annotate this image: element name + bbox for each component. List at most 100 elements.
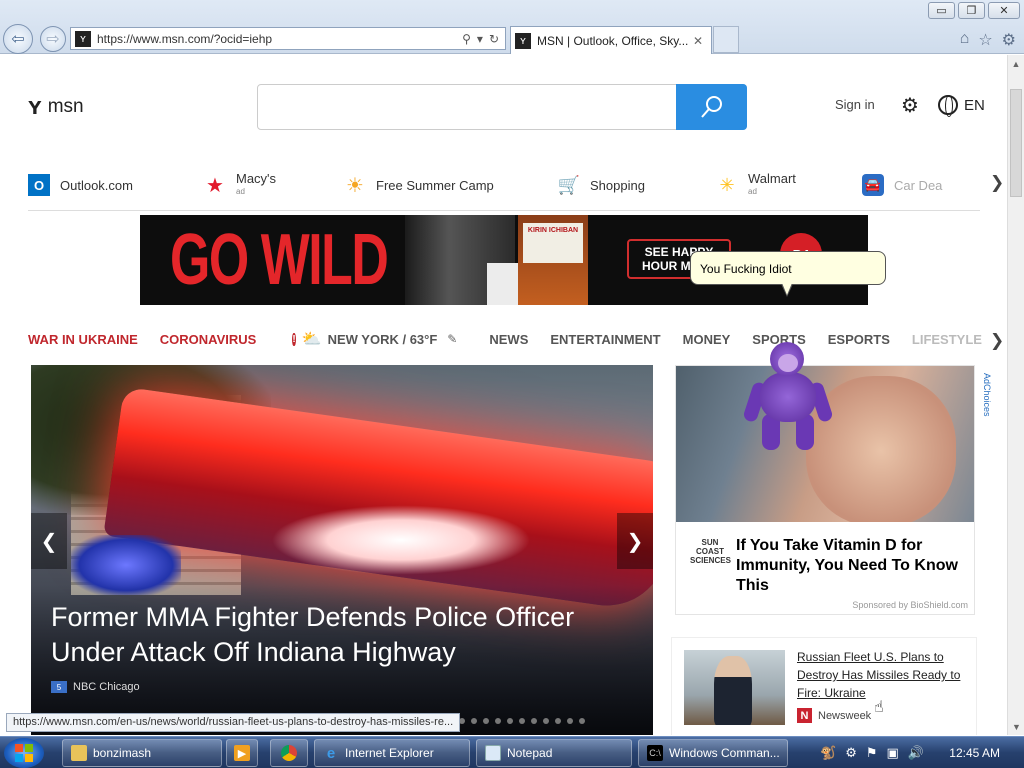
network-tray-icon[interactable]: ▣ bbox=[887, 745, 899, 761]
taskbar-item-media-player[interactable]: ▶ bbox=[226, 739, 258, 767]
scroll-up-icon[interactable]: ▲ bbox=[1008, 55, 1024, 72]
taskbar-item-chrome[interactable] bbox=[270, 739, 308, 767]
bonzi-buddy-character[interactable] bbox=[742, 342, 834, 454]
publisher-name: Newsweek bbox=[818, 709, 872, 722]
nav-lifestyle[interactable]: LIFESTYLE bbox=[912, 332, 982, 347]
ad-headline[interactable]: If You Take Vitamin D for Immunity, You … bbox=[736, 536, 966, 596]
quicklink-shopping[interactable]: 🛒 Shopping bbox=[558, 171, 645, 199]
gear-icon[interactable]: ⚙ bbox=[901, 93, 919, 118]
taskbar-item-internet-explorer[interactable]: e Internet Explorer bbox=[314, 739, 470, 767]
macys-star-icon: ★ bbox=[206, 174, 224, 197]
tab-title: MSN | Outlook, Office, Sky... bbox=[537, 33, 689, 48]
tab-close-icon[interactable]: ✕ bbox=[693, 34, 703, 48]
nbc-logo-icon: 5 bbox=[51, 681, 67, 693]
browser-chrome: ▭ ❐ ✕ ⇦ ⇨ ʏ https://www.msn.com/?ocid=ie… bbox=[0, 0, 1024, 54]
hardware-tray-icon[interactable]: ⚙ bbox=[845, 745, 857, 761]
scroll-thumb[interactable] bbox=[1010, 89, 1022, 197]
carousel-dot[interactable] bbox=[519, 718, 525, 724]
search-button[interactable] bbox=[676, 84, 747, 130]
quicklink-summer-camp[interactable]: ☀ Free Summer Camp bbox=[344, 171, 494, 199]
chevron-right-icon: ❯ bbox=[626, 530, 644, 553]
nav-money[interactable]: MONEY bbox=[683, 332, 731, 347]
address-bar[interactable]: ʏ https://www.msn.com/?ocid=iehp ⚲ ▾ ↻ bbox=[70, 27, 506, 50]
browser-toolbar: ⌂ ☆ ⚙ bbox=[960, 30, 1016, 50]
media-player-icon: ▶ bbox=[234, 745, 250, 761]
search-icon[interactable]: ⚲ bbox=[462, 32, 471, 46]
language-selector[interactable]: EN bbox=[938, 95, 985, 117]
quicklink-walmart[interactable]: ✳ Walmart ad bbox=[716, 171, 795, 199]
carousel-dot[interactable] bbox=[495, 718, 501, 724]
scroll-down-icon[interactable]: ▼ bbox=[1008, 718, 1024, 735]
weather-alert-icon[interactable]: ! bbox=[292, 332, 296, 346]
volume-icon[interactable]: 🔊 bbox=[908, 745, 924, 761]
news-story-card[interactable]: Russian Fleet U.S. Plans to Destroy Has … bbox=[671, 637, 977, 735]
taskbar-label: Notepad bbox=[507, 746, 553, 760]
carousel-dot[interactable] bbox=[507, 718, 513, 724]
adchoices-link[interactable]: AdChoices bbox=[978, 373, 992, 463]
nav-coronavirus[interactable]: CORONAVIRUS bbox=[160, 332, 257, 347]
chevron-right-icon[interactable]: ❯ bbox=[990, 331, 1004, 351]
taskbar-item-command-prompt[interactable]: C:\ Windows Comman... bbox=[638, 739, 788, 767]
taskbar-item-bonzimash[interactable]: bonzimash bbox=[62, 739, 222, 767]
light-glow bbox=[271, 505, 531, 575]
quicklink-macys[interactable]: ★ Macy's ad bbox=[204, 171, 276, 199]
hero-headline[interactable]: Former MMA Fighter Defends Police Office… bbox=[51, 600, 621, 670]
carousel-dot[interactable] bbox=[567, 718, 573, 724]
walmart-spark-icon: ✳ bbox=[719, 174, 735, 195]
dropdown-icon[interactable]: ▾ bbox=[477, 32, 483, 46]
carousel-dot[interactable] bbox=[579, 718, 585, 724]
quicklink-label: Car Dea bbox=[894, 177, 943, 193]
carousel-dot[interactable] bbox=[471, 718, 477, 724]
restore-button[interactable]: ❐ bbox=[958, 2, 985, 19]
address-url[interactable]: https://www.msn.com/?ocid=iehp bbox=[97, 32, 462, 46]
flag-tray-icon[interactable]: ⚑ bbox=[866, 745, 878, 761]
address-tools: ⚲ ▾ ↻ bbox=[462, 32, 499, 46]
quicklink-car-deals[interactable]: 🚘 Car Dea bbox=[862, 171, 942, 199]
favorites-star-icon[interactable]: ☆ bbox=[978, 30, 992, 50]
nav-entertainment[interactable]: ENTERTAINMENT bbox=[550, 332, 660, 347]
minimize-button[interactable]: ▭ bbox=[928, 2, 955, 19]
close-button[interactable]: ✕ bbox=[988, 2, 1020, 19]
browser-tab[interactable]: ʏ MSN | Outlook, Office, Sky... ✕ bbox=[510, 26, 712, 54]
quicklink-outlook[interactable]: O Outlook.com bbox=[28, 171, 133, 199]
carousel-dot[interactable] bbox=[531, 718, 537, 724]
carousel-dot[interactable] bbox=[543, 718, 549, 724]
globe-icon bbox=[938, 95, 958, 117]
nav-war-in-ukraine[interactable]: WAR IN UKRAINE bbox=[28, 332, 138, 347]
story-publisher: N Newsweek bbox=[797, 708, 871, 723]
folder-icon bbox=[71, 745, 87, 761]
new-tab-button[interactable] bbox=[713, 26, 739, 53]
ad-person-image bbox=[806, 376, 956, 522]
sun-icon: ☀ bbox=[346, 174, 364, 197]
partly-cloudy-icon: ⛅ bbox=[301, 331, 322, 348]
settings-gear-icon[interactable]: ⚙ bbox=[1002, 30, 1016, 50]
carousel-prev-button[interactable]: ❮ bbox=[31, 513, 67, 569]
hero-carousel[interactable]: ❮ ❯ Former MMA Fighter Defends Police Of… bbox=[31, 365, 653, 735]
vertical-scrollbar[interactable]: ▲ ▼ bbox=[1007, 55, 1024, 735]
carousel-dot[interactable] bbox=[483, 718, 489, 724]
nav-weather[interactable]: NEW YORK / 63°F bbox=[328, 332, 438, 347]
story-title-link[interactable]: Russian Fleet U.S. Plans to Destroy Has … bbox=[797, 648, 967, 702]
refresh-icon[interactable]: ↻ bbox=[489, 32, 499, 46]
chevron-right-icon[interactable]: ❯ bbox=[990, 173, 1004, 193]
bonzi-tray-icon[interactable]: 🐒 bbox=[820, 745, 836, 761]
search-input[interactable] bbox=[266, 93, 666, 121]
search-box bbox=[257, 84, 747, 130]
nav-news[interactable]: NEWS bbox=[489, 332, 528, 347]
nav-esports[interactable]: ESPORTS bbox=[828, 332, 890, 347]
search-icon bbox=[700, 96, 722, 118]
back-button[interactable]: ⇦ bbox=[3, 24, 33, 54]
taskbar-item-notepad[interactable]: Notepad bbox=[476, 739, 632, 767]
msn-logo[interactable]: ʏ msn bbox=[28, 93, 84, 121]
start-button[interactable] bbox=[4, 738, 44, 768]
language-label: EN bbox=[964, 96, 985, 114]
carousel-next-button[interactable]: ❯ bbox=[617, 513, 653, 569]
clock[interactable]: 12:45 AM bbox=[949, 746, 1000, 760]
forward-button[interactable]: ⇨ bbox=[40, 26, 66, 52]
car-icon: 🚘 bbox=[862, 174, 884, 196]
carousel-dot[interactable] bbox=[555, 718, 561, 724]
home-icon[interactable]: ⌂ bbox=[960, 30, 970, 50]
pencil-icon[interactable]: ✎ bbox=[447, 332, 457, 346]
quick-links-bar: O Outlook.com ★ Macy's ad ☀ Free Summer … bbox=[28, 171, 980, 211]
sign-in-link[interactable]: Sign in bbox=[835, 97, 875, 112]
